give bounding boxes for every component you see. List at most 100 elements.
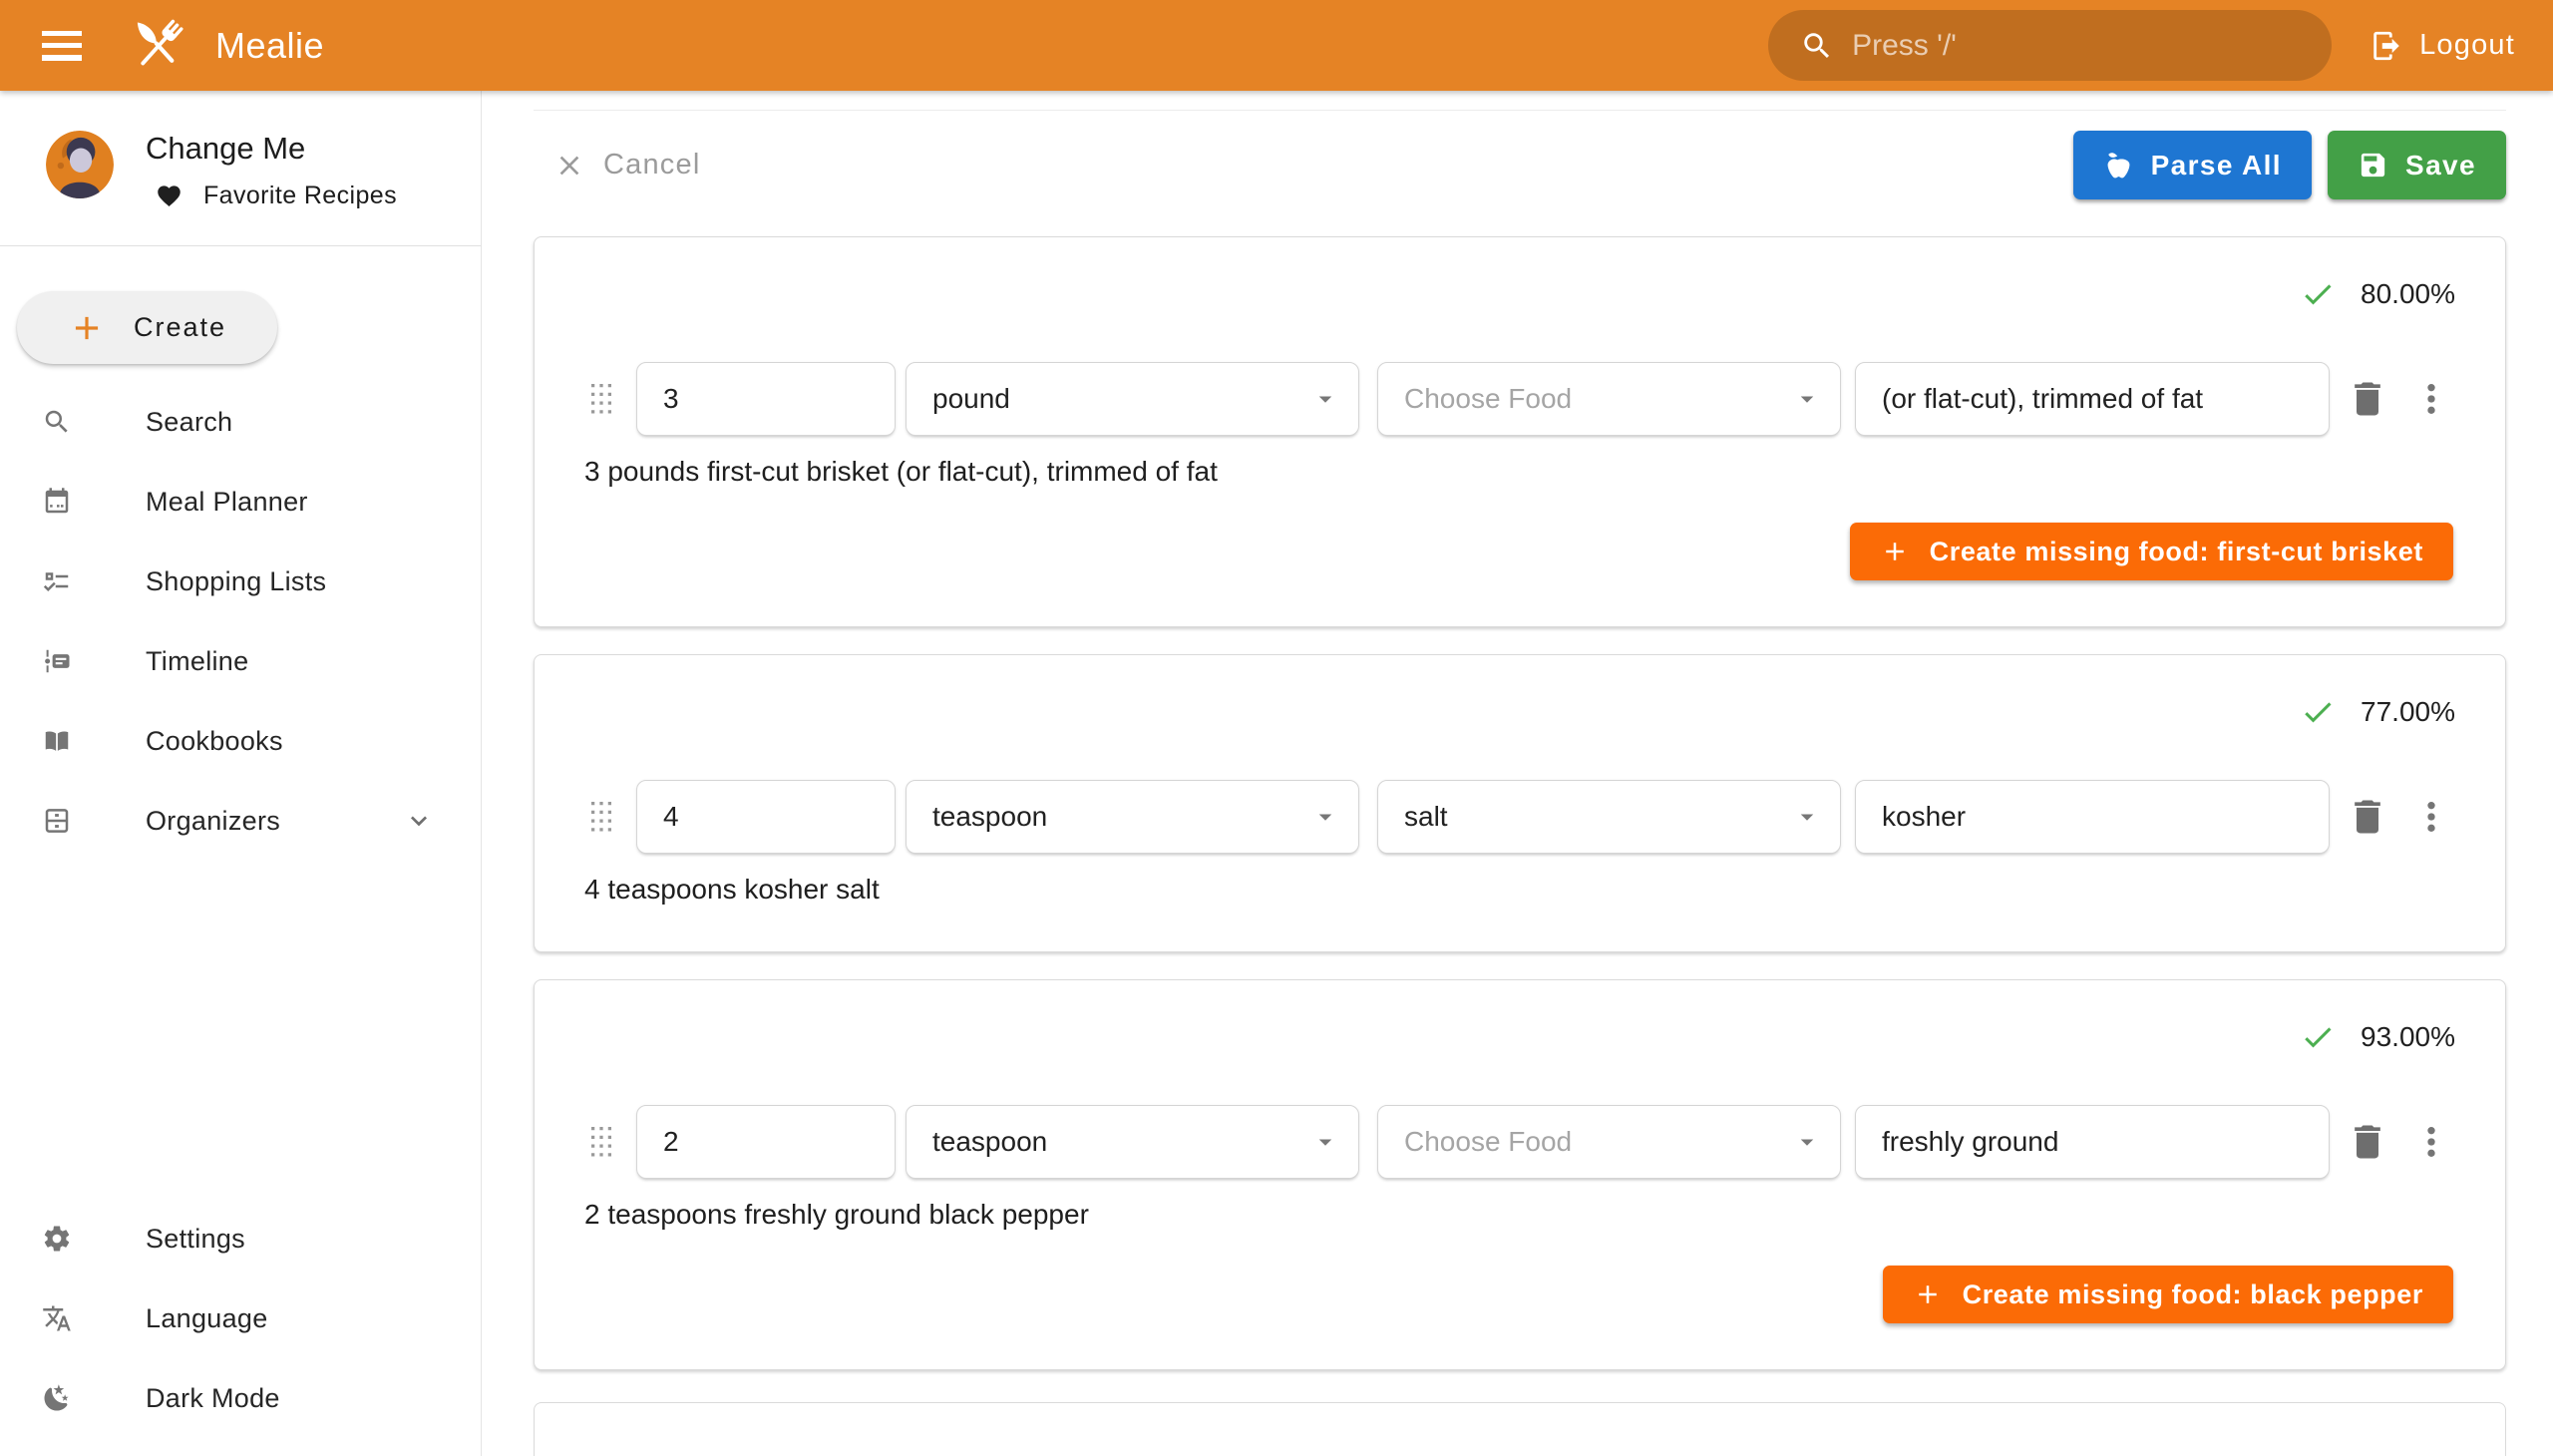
gear-icon [42,1224,72,1254]
sidebar-item-label: Search [146,407,232,438]
quantity-input[interactable] [636,362,896,436]
sidebar-item-label: Organizers [146,806,280,837]
note-input[interactable] [1855,780,2330,854]
sidebar-item-label: Meal Planner [146,487,308,518]
sidebar-item-cookbooks[interactable]: Cookbooks [0,701,481,781]
confidence-value: 93.00% [2361,1021,2455,1053]
cancel-button[interactable]: Cancel [553,149,700,182]
favorite-recipes-label: Favorite Recipes [203,182,397,210]
main-content: Cancel Parse All Save [482,91,2553,1456]
app-bar: Mealie Logout [0,0,2553,91]
moon-stars-icon [42,1383,72,1413]
create-button[interactable]: Create [17,291,277,364]
dropdown-arrow-icon [1792,802,1822,832]
sidebar-item-language[interactable]: Language [0,1278,481,1358]
note-input[interactable] [1855,1105,2330,1179]
heart-icon [156,182,182,209]
create-missing-food-label: Create missing food: black pepper [1963,1279,2423,1310]
logout-label: Logout [2419,29,2515,62]
sidebar-item-shopping-lists[interactable]: Shopping Lists [0,542,481,621]
sidebar-item-organizers[interactable]: Organizers [0,781,481,861]
unit-value: teaspoon [932,801,1310,833]
close-icon [553,150,585,182]
delete-icon[interactable] [2346,377,2389,421]
checklist-icon [42,566,72,596]
unit-select[interactable]: teaspoon [906,1105,1359,1179]
sidebar-item-timeline[interactable]: Timeline [0,621,481,701]
save-icon [2358,150,2388,181]
user-block: Change Me Favorite Recipes [0,91,481,210]
create-missing-food-button[interactable]: Create missing food: black pepper [1883,1266,2453,1323]
timeline-icon [42,646,72,676]
mealie-logo-icon [124,13,193,79]
dropdown-arrow-icon [1792,384,1822,414]
chevron-down-icon[interactable] [403,805,435,837]
favorite-recipes-link[interactable]: Favorite Recipes [156,182,397,210]
calendar-icon [42,487,72,517]
dropdown-arrow-icon [1310,802,1340,832]
check-icon [2300,276,2336,312]
confidence-row: 80.00% [584,273,2455,315]
menu-icon[interactable] [40,26,84,66]
search-input[interactable] [1852,29,2308,63]
apple-icon [2103,150,2134,181]
create-label: Create [134,312,226,343]
dropdown-arrow-icon [1310,384,1340,414]
logout-button[interactable]: Logout [2358,11,2527,81]
unit-value: pound [932,383,1310,415]
ingredient-field-row: pound Choose Food [584,362,2455,436]
unit-select[interactable]: teaspoon [906,780,1359,854]
food-select[interactable]: Choose Food [1377,1105,1841,1179]
unit-value: teaspoon [932,1126,1310,1158]
drag-handle-icon[interactable] [586,1123,616,1161]
sidebar-item-label: Shopping Lists [146,566,326,597]
search-icon [1800,29,1834,63]
sidebar-item-dark-mode[interactable]: Dark Mode [0,1358,481,1438]
logout-icon [2370,29,2403,63]
parse-all-button[interactable]: Parse All [2073,131,2312,199]
sidebar-item-meal-planner[interactable]: Meal Planner [0,462,481,542]
more-options-icon[interactable] [2411,797,2451,837]
confidence-value: 80.00% [2361,278,2455,310]
sidebar-item-search[interactable]: Search [0,382,481,462]
note-input[interactable] [1855,362,2330,436]
original-ingredient-text: 2 teaspoons freshly ground black pepper [584,1199,2455,1231]
delete-icon[interactable] [2346,1120,2389,1164]
quantity-input[interactable] [636,1105,896,1179]
cancel-label: Cancel [603,149,700,182]
sidebar-item-label: Language [146,1303,268,1334]
sidebar-item-label: Dark Mode [146,1383,280,1414]
quantity-input[interactable] [636,780,896,854]
sidebar-item-settings[interactable]: Settings [0,1199,481,1278]
food-select[interactable]: Choose Food [1377,362,1841,436]
food-value: salt [1404,801,1792,833]
delete-icon[interactable] [2346,795,2389,839]
create-missing-food-button[interactable]: Create missing food: first-cut brisket [1850,523,2453,580]
sidebar-item-label: Timeline [146,646,248,677]
check-icon [2300,694,2336,730]
drag-handle-icon[interactable] [586,798,616,836]
sidebar: Change Me Favorite Recipes Create [0,91,482,1456]
ingredient-card: 80.00% pound Choose Food [534,236,2506,627]
unit-select[interactable]: pound [906,362,1359,436]
more-options-icon[interactable] [2411,1122,2451,1162]
confidence-value: 77.00% [2361,696,2455,728]
global-search[interactable] [1768,10,2332,81]
ingredient-card-list: 80.00% pound Choose Food [534,199,2506,1456]
user-name: Change Me [146,131,397,167]
ingredient-field-row: teaspoon Choose Food [584,1105,2455,1179]
translate-icon [42,1303,72,1333]
drag-handle-icon[interactable] [586,380,616,418]
food-select[interactable]: salt [1377,780,1841,854]
magnifier-icon [42,407,72,437]
check-icon [2300,1019,2336,1055]
save-button[interactable]: Save [2328,131,2506,199]
dropdown-arrow-icon [1310,1127,1340,1157]
content-top-divider [534,110,2506,111]
more-options-icon[interactable] [2411,379,2451,419]
plus-icon [68,309,106,347]
create-missing-food-label: Create missing food: first-cut brisket [1930,537,2423,567]
ingredient-card-partial [534,1402,2506,1456]
avatar[interactable] [46,131,114,198]
ingredient-field-row: teaspoon salt [584,780,2455,854]
